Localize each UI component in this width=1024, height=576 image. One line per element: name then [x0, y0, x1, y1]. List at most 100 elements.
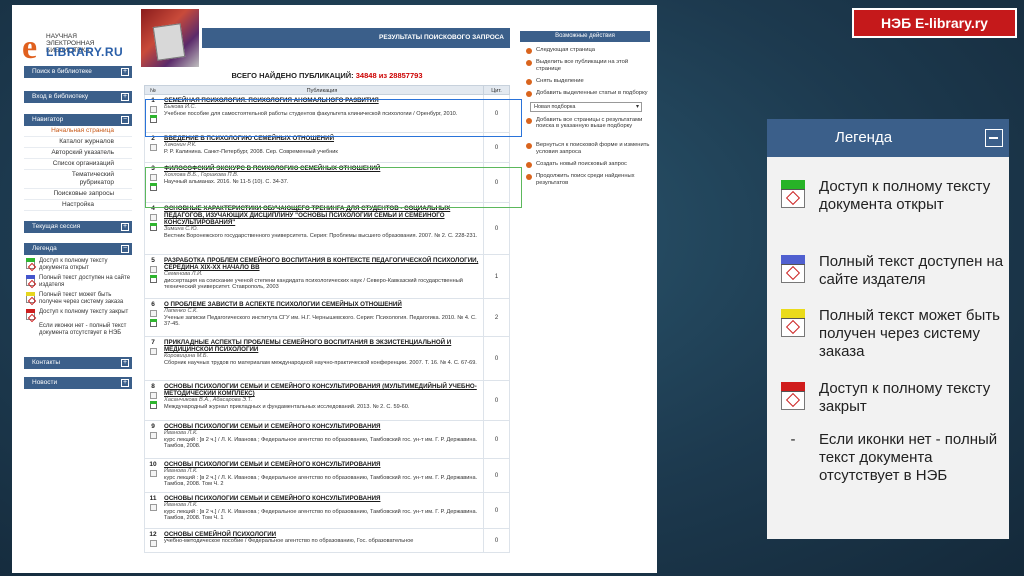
- table-row: 8 ОСНОВЫ ПСИХОЛОГИИ СЕМЬИ И СЕМЕЙНОГО КОН…: [144, 381, 510, 421]
- table-row: 11 ОСНОВЫ ПСИХОЛОГИИ СЕМЬИ И СЕМЕЙНОГО КО…: [144, 493, 510, 529]
- contacts-button[interactable]: Контакты +: [24, 357, 132, 369]
- citation-count[interactable]: 0: [483, 459, 509, 492]
- citation-count[interactable]: 0: [483, 133, 509, 162]
- legend-item-open: Доступ к полному тексту документа открыт: [26, 258, 132, 272]
- table-row: 9 ОСНОВЫ ПСИХОЛОГИИ СЕМЬИ И СЕМЕЙНОГО КОН…: [144, 421, 510, 459]
- row-index: 7: [151, 339, 155, 346]
- citation-count[interactable]: 1: [483, 255, 509, 298]
- row-number: 12: [145, 529, 161, 552]
- action-next-page[interactable]: Следующая страница: [526, 47, 650, 54]
- publication-title-link[interactable]: ПРИКЛАДНЫЕ АСПЕКТЫ ПРОБЛЕМЫ СЕМЕЙНОГО ВО…: [164, 339, 480, 353]
- plus-icon: +: [121, 93, 129, 101]
- row-checkbox[interactable]: [149, 144, 157, 151]
- legend-zoom-text: Если иконки нет - полный текст документа…: [819, 431, 998, 484]
- menu-item-queries[interactable]: Поисковые запросы: [24, 189, 132, 200]
- publication-authors[interactable]: Семенова Л.И.: [164, 271, 480, 278]
- plus-icon: +: [121, 68, 129, 76]
- legend-text: Доступ к полному тексту закрыт: [39, 309, 129, 315]
- sidebar: Поиск в библиотеке + Вход в библиотеку + Н…: [24, 66, 132, 389]
- action-back-to-form[interactable]: Вернуться к поисковой форме и изменить у…: [526, 142, 650, 156]
- news-button[interactable]: Новости +: [24, 377, 132, 389]
- publication-title-link[interactable]: ОСНОВЫ ПСИХОЛОГИИ СЕМЬИ И СЕМЕЙНОГО КОНС…: [164, 423, 480, 430]
- legend-list: Доступ к полному тексту документа открыт…: [24, 258, 132, 337]
- legend-zoom-item-none: - Если иконки нет - полный текст документ…: [781, 431, 1001, 485]
- action-label: Выделить все публикации на этой странице: [536, 59, 629, 72]
- legend-header[interactable]: Легенда −: [24, 243, 132, 255]
- current-session-button[interactable]: Текущая сессия +: [24, 221, 132, 233]
- closed-access-icon: [781, 382, 805, 410]
- publication-authors[interactable]: Коровицина М.Б.: [164, 353, 480, 360]
- publication-title-link[interactable]: ОСНОВНЫЕ ХАРАКТЕРИСТИКИ ОБУЧАЮЩЕГО ТРЕНИ…: [164, 205, 480, 226]
- menu-item-home[interactable]: Начальная страница: [24, 126, 132, 137]
- publication-cell: ВВЕДЕНИЕ В ПСИХОЛОГИЮ СЕМЕЙНЫХ ОТНОШЕНИЙ…: [161, 133, 483, 162]
- row-checkbox[interactable]: [149, 432, 157, 439]
- action-new-query[interactable]: Создать новый поисковый запрос: [526, 161, 650, 168]
- row-checkbox[interactable]: [149, 392, 157, 399]
- results-table: № Публикация Цит. 1 СЕМЕЙНАЯ ПСИХОЛОГИЯ. …: [144, 85, 510, 553]
- row-checkbox[interactable]: [149, 504, 157, 511]
- row-checkbox[interactable]: [149, 348, 157, 355]
- publication-title-link[interactable]: ОСНОВЫ СЕМЕЙНОЙ ПСИХОЛОГИИ: [164, 531, 480, 538]
- collapse-icon[interactable]: [985, 129, 1003, 147]
- publication-authors[interactable]: Иванова Л.К.: [164, 430, 480, 437]
- citation-count[interactable]: 0: [483, 529, 509, 552]
- action-add-selected[interactable]: Добавить выделенные статьи в подборку: [526, 90, 650, 97]
- login-library-button[interactable]: Вход в библиотеку +: [24, 91, 132, 103]
- row-checkbox[interactable]: [149, 266, 157, 273]
- publication-authors[interactable]: Лапенко С.К.: [164, 308, 480, 315]
- legend-zoom-header[interactable]: Легенда: [767, 119, 1009, 157]
- navigator-header[interactable]: Навигатор −: [24, 114, 132, 126]
- publication-title-link[interactable]: ОСНОВЫ ПСИХОЛОГИИ СЕМЬИ И СЕМЕЙНОГО КОНС…: [164, 461, 480, 468]
- publication-title-link[interactable]: О ПРОБЛЕМЕ ЗАВИСТИ В АСПЕКТЕ ПСИХОЛОГИИ …: [164, 301, 480, 308]
- citation-count[interactable]: 0: [483, 203, 509, 254]
- action-add-all-pages[interactable]: Добавить все страницы с результатами пои…: [526, 117, 650, 131]
- publication-title-link[interactable]: ОСНОВЫ ПСИХОЛОГИИ СЕМЬИ И СЕМЕЙНОГО КОНС…: [164, 383, 480, 397]
- row-checkbox[interactable]: [149, 540, 157, 547]
- row-number: 11: [145, 493, 161, 528]
- publication-title-link[interactable]: ОСНОВЫ ПСИХОЛОГИИ СЕМЬИ И СЕМЕЙНОГО КОНС…: [164, 495, 480, 502]
- menu-item-authors[interactable]: Авторский указатель: [24, 148, 132, 159]
- row-checkbox[interactable]: [149, 310, 157, 317]
- open-access-icon[interactable]: [149, 275, 157, 283]
- citation-count[interactable]: 0: [483, 381, 509, 420]
- open-access-icon[interactable]: [149, 319, 157, 327]
- publication-title-link[interactable]: РАЗРАБОТКА ПРОБЛЕМ СЕМЕЙНОГО ВОСПИТАНИЯ …: [164, 257, 480, 271]
- logo-name: LIBRARY.RU: [46, 45, 124, 59]
- bullet-icon: [526, 161, 532, 168]
- action-deselect[interactable]: Снять выделение: [526, 78, 650, 85]
- legend-zoom-title: Легенда: [835, 129, 893, 146]
- search-library-label: Поиск в библиотеке: [32, 68, 92, 75]
- row-index: 11: [149, 495, 157, 502]
- action-search-within[interactable]: Продолжить поиск среди найденных результ…: [526, 173, 650, 187]
- citation-count[interactable]: 2: [483, 299, 509, 336]
- open-access-icon: [781, 180, 805, 208]
- action-select-all[interactable]: Выделить все публикации на этой странице: [526, 59, 650, 73]
- collection-select[interactable]: Новая подборка: [530, 101, 642, 112]
- action-label: Создать новый поисковый запрос: [536, 160, 627, 167]
- row-index: 5: [151, 257, 155, 264]
- row-checkbox[interactable]: [149, 470, 157, 477]
- elibrary-screenshot: e НАУЧНАЯ ЭЛЕКТРОННАЯ БИБЛИОТЕКА LIBRARY…: [12, 5, 657, 573]
- action-label: Продолжить поиск среди найденных результ…: [536, 172, 635, 186]
- citation-count[interactable]: 0: [483, 493, 509, 528]
- search-library-button[interactable]: Поиск в библиотеке +: [24, 66, 132, 78]
- publication-authors[interactable]: Хачонин Р.К.: [164, 142, 480, 149]
- citation-count[interactable]: 0: [483, 337, 509, 380]
- open-access-icon[interactable]: [149, 401, 157, 409]
- menu-item-journals[interactable]: Каталог журналов: [24, 137, 132, 148]
- publication-authors[interactable]: Зимина С.Ю.: [164, 226, 480, 233]
- row-number: 9: [145, 421, 161, 458]
- menu-item-rubricator[interactable]: Тематический рубрикатор: [24, 170, 132, 189]
- open-access-icon[interactable]: [149, 223, 157, 231]
- row-checkbox[interactable]: [149, 214, 157, 221]
- elibrary-logo[interactable]: e НАУЧНАЯ ЭЛЕКТРОННАЯ БИБЛИОТЕКА LIBRARY…: [22, 27, 132, 67]
- row-index: 6: [151, 301, 155, 308]
- menu-item-organizations[interactable]: Список организаций: [24, 159, 132, 170]
- publication-authors[interactable]: Иванова Л.К.: [164, 502, 480, 509]
- neb-badge: НЭБ E-library.ry: [852, 8, 1017, 38]
- publication-authors[interactable]: Хасанчикова В.А., Абасарова Э.Т.: [164, 397, 480, 404]
- publication-authors[interactable]: Иванова Л.К.: [164, 468, 480, 475]
- bullet-icon: [526, 117, 532, 124]
- citation-count[interactable]: 0: [483, 421, 509, 458]
- menu-item-settings[interactable]: Настройка: [24, 200, 132, 211]
